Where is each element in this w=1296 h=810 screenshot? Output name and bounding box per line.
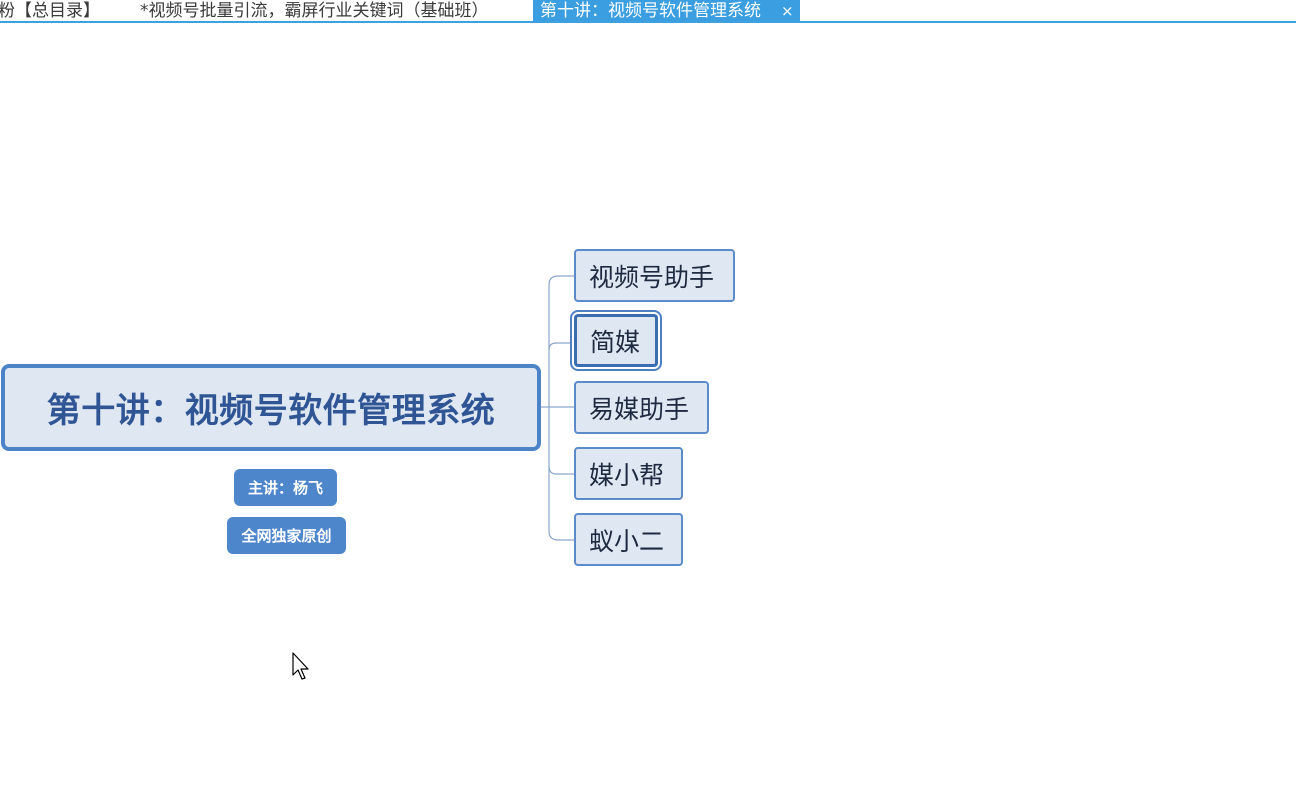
mouse-pointer-icon <box>292 652 309 680</box>
central-topic[interactable]: 第十讲：视频号软件管理系统 <box>1 364 541 451</box>
branch-line <box>548 275 574 541</box>
subtopic-node[interactable]: 蚁小二 <box>574 513 683 566</box>
subtopic-node-selected[interactable]: 简媒 <box>574 314 658 367</box>
lecturer-label[interactable]: 主讲：杨飞 <box>234 469 337 506</box>
subtopic-node[interactable]: 视频号助手 <box>574 249 735 302</box>
subtopic-node[interactable]: 媒小帮 <box>574 447 683 500</box>
original-content-label[interactable]: 全网独家原创 <box>227 517 346 554</box>
branch-line <box>548 465 574 475</box>
subtopic-node[interactable]: 易媒助手 <box>574 381 709 434</box>
branch-line <box>548 342 574 351</box>
